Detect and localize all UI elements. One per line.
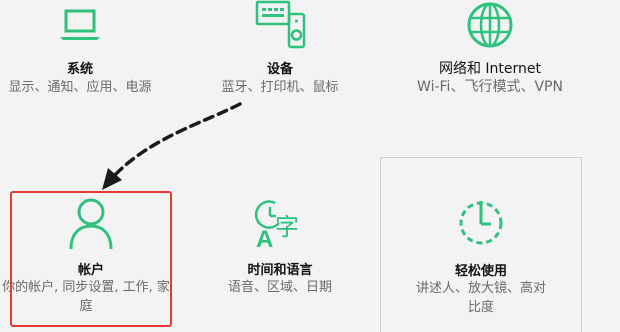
time-language-icon: A 字 (253, 197, 307, 253)
tile-ease-of-access[interactable]: 轻松使用 讲述人、放大镜、高对比度 (380, 157, 582, 332)
tile-description: 讲述人、放大镜、高对比度 (415, 281, 546, 315)
tile-title: 时间和语言 (247, 263, 313, 278)
tile-time-language[interactable]: A 字 时间和语言 语音、区域、日期 (200, 191, 360, 327)
highlight-frame (10, 191, 172, 327)
tile-title: 轻松使用 (454, 264, 507, 279)
ease-of-access-icon (456, 198, 506, 252)
svg-text:字: 字 (275, 213, 299, 241)
svg-text:A: A (256, 226, 273, 249)
tile-description: 语音、区域、日期 (227, 280, 332, 295)
